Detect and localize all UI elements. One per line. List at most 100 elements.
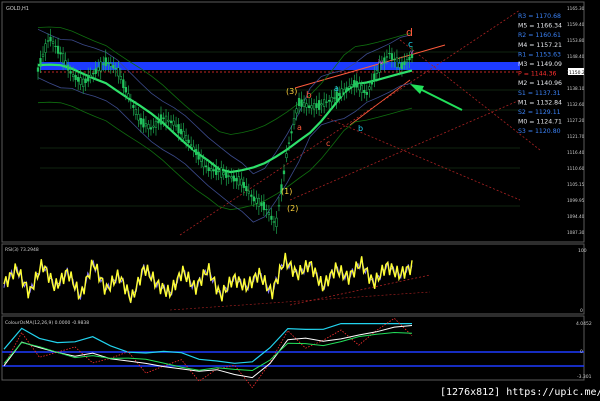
osma-tick-top: 4.0452 (576, 321, 592, 327)
candle (139, 113, 143, 133)
candle (225, 166, 228, 186)
murrey-level-label: R2 = 1160.61 (518, 32, 561, 39)
candle (343, 82, 346, 101)
bollinger-lower (37, 77, 413, 223)
candle (235, 172, 238, 189)
candle (87, 67, 90, 88)
price-axis-tick: 1132.60 (567, 102, 585, 107)
wave-label-2: (2) (287, 204, 298, 213)
osma-tick-bottom: -3.301 (577, 374, 592, 380)
candle (328, 94, 331, 110)
candle (172, 114, 175, 133)
wave-label-1: (1) (281, 187, 292, 196)
candle (270, 207, 273, 226)
murrey-level-label: M0 = 1124.71 (518, 119, 562, 126)
candle (257, 193, 261, 216)
murrey-band (40, 62, 520, 70)
arrow-annotation (410, 84, 463, 111)
murrey-level-label: S2 = 1129.11 (518, 109, 561, 116)
candle (267, 205, 271, 222)
candle (200, 149, 203, 169)
candle (56, 37, 60, 59)
candle (355, 73, 358, 93)
candle (157, 113, 160, 130)
candle (77, 71, 80, 90)
wave-label-3: (3) (286, 87, 297, 96)
wave-label-v: v (410, 49, 414, 56)
wave-label-d: d (406, 26, 413, 39)
rsi-tick-0: 0 (580, 308, 583, 314)
price-axis-tick: 1099.95 (567, 198, 585, 203)
candle (152, 118, 155, 134)
murrey-level-label: M4 = 1157.21 (518, 42, 562, 49)
candle (210, 163, 213, 180)
osma-title: ColourOsMA(12,26,9) 0.0000 -0.9838 (5, 320, 89, 326)
candle (302, 95, 306, 114)
candle (222, 164, 225, 180)
candle (144, 115, 148, 133)
price-axis-tick: 1094.40 (567, 214, 585, 219)
candle (147, 119, 150, 138)
price-axis-tick: 1116.40 (567, 150, 585, 155)
candle (353, 74, 356, 96)
candle (262, 194, 266, 216)
candle (187, 134, 190, 151)
wave-labels: d c b a (3) (1) (2) b c a v iv (281, 26, 414, 213)
candle (192, 139, 195, 158)
candle (122, 73, 125, 96)
candle (305, 98, 308, 116)
price-axis-tick: 1110.60 (567, 166, 585, 171)
murrey-level-label: P = 1144.36 (518, 71, 556, 78)
price-axis-tick: 1127.20 (567, 118, 585, 123)
price-axis-tick: 1121.70 (567, 134, 585, 139)
candle (92, 69, 95, 83)
murrey-level-label: M2 = 1140.96 (518, 80, 562, 87)
murrey-level-label: S3 = 1120.80 (518, 128, 561, 135)
murrey-level-label: M3 = 1149.09 (518, 61, 562, 68)
symbol-label: GOLD,H1 (6, 6, 29, 12)
wave-label-c-low: c (326, 139, 330, 148)
candle (240, 172, 243, 193)
candle (272, 216, 276, 231)
candle (66, 58, 70, 78)
candle (277, 196, 281, 212)
rsi-signal-line (3, 256, 413, 304)
price-axis-tick: 1159.40 (567, 22, 585, 27)
candle (174, 116, 178, 131)
candle (358, 76, 361, 97)
wave-label-iv: iv (378, 59, 384, 66)
price-axis-tick: 1165.30 (567, 6, 585, 11)
candle (320, 99, 323, 114)
candle (129, 93, 133, 109)
candle (250, 189, 253, 205)
candle (194, 144, 198, 164)
current-price-label: 1150.20 (569, 70, 588, 76)
candle (282, 164, 286, 182)
candle (315, 95, 318, 115)
murrey-labels: R3 = 1170.68 M5 = 1166.34 R2 = 1160.61 M4 =… (518, 13, 562, 135)
candle (370, 73, 373, 91)
candle (363, 82, 366, 99)
candle (242, 176, 245, 196)
candle (44, 38, 47, 61)
candle (59, 46, 62, 63)
wave-label-a: a (334, 84, 339, 93)
price-axis-tick: 1148.40 (567, 54, 585, 59)
envelope-upper (37, 26, 413, 135)
candle (255, 190, 258, 210)
candle (51, 36, 55, 52)
osma-upper-line (3, 323, 412, 364)
candle (99, 57, 102, 80)
bollinger-upper (37, 28, 413, 175)
candle (84, 73, 87, 91)
candle (325, 93, 328, 108)
murrey-level-label: R3 = 1170.68 (518, 13, 561, 20)
rsi-panel-frame (1, 243, 585, 315)
candle (345, 81, 348, 99)
candles (36, 28, 414, 234)
murrey-level-label: R1 = 1153.63 (518, 51, 561, 58)
price-axis-tick: 1087.30 (567, 230, 585, 235)
watermark: [1276x812] https://upic.me/ (440, 387, 600, 398)
candle (265, 204, 268, 218)
candle (109, 56, 112, 74)
